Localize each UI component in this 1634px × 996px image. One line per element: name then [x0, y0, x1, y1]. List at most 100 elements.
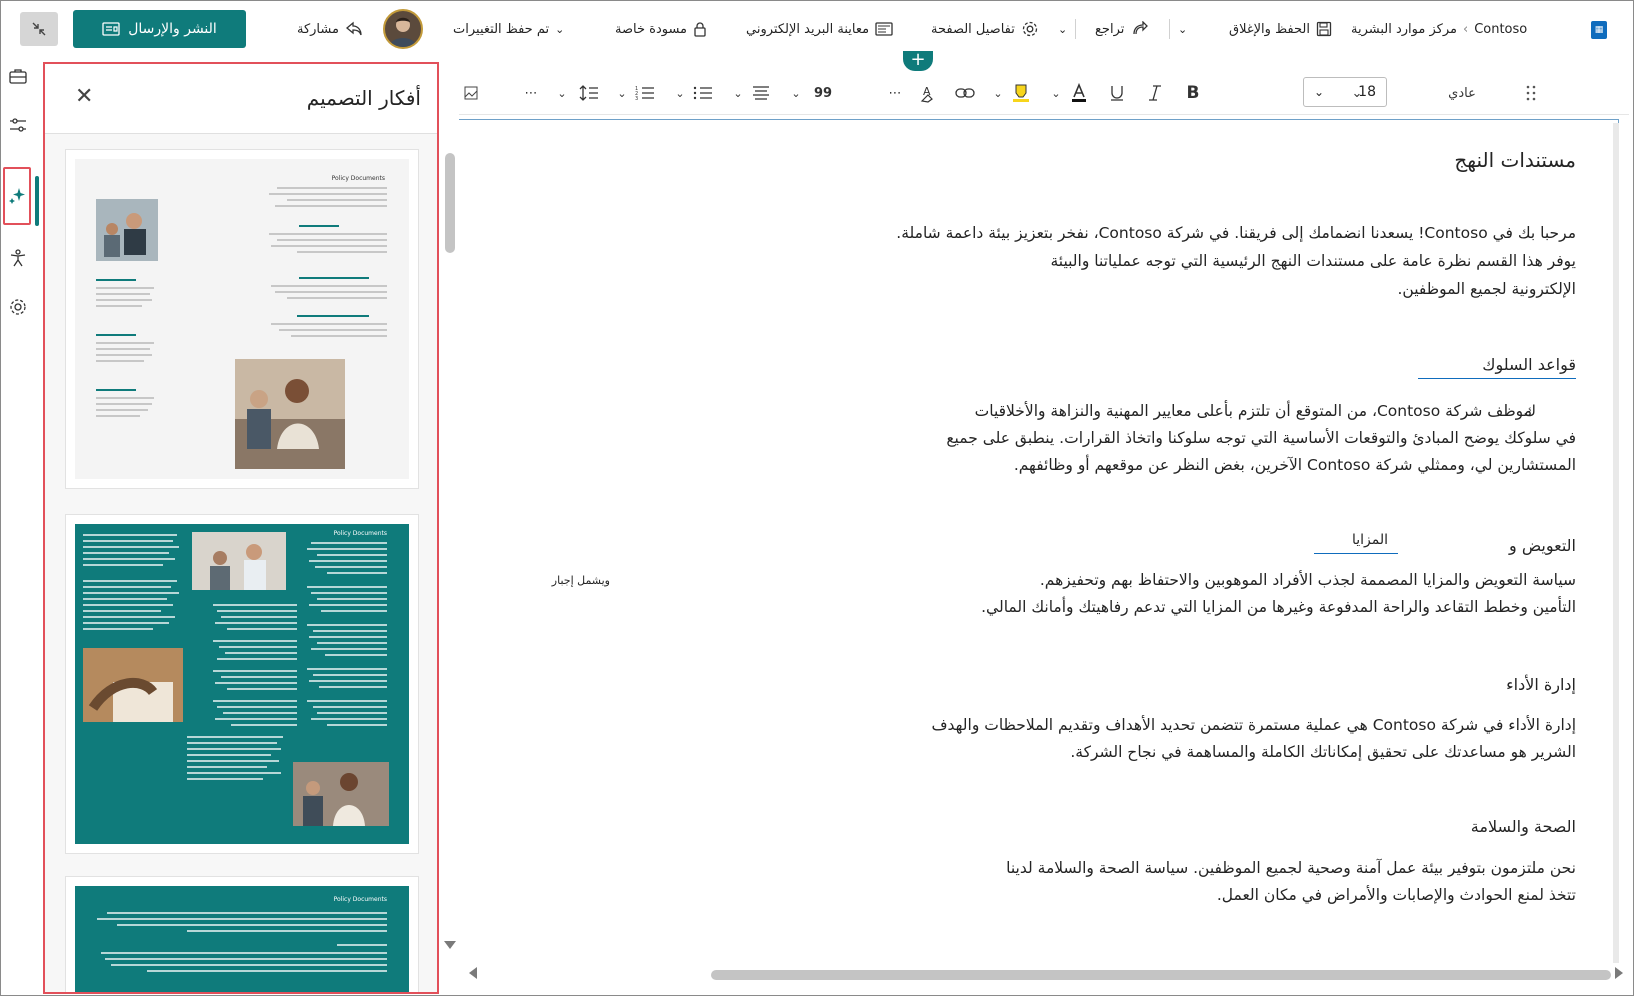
document-horizontal-scrollbar[interactable]: [711, 970, 1611, 980]
document-title[interactable]: مستندات النهج: [1454, 148, 1576, 172]
panel-scrollbar[interactable]: [445, 153, 455, 253]
design-idea-2[interactable]: Policy Documents: [65, 514, 419, 854]
close-icon[interactable]: ✕: [75, 86, 93, 108]
dropdown-button[interactable]: ⌄: [615, 81, 629, 105]
ellipsis-icon: ⋯: [888, 85, 902, 101]
undo-more[interactable]: ⌄: [1178, 1, 1187, 57]
format-toolbar: ⋯ ⌄ ⌄ 123 ⌄ ⌄ ⌄ 99 ⋯ A ⌄ ⌄ B ⌄ عادي: [459, 71, 1629, 115]
save-close-button[interactable]: الحفظ والإغلاق: [1229, 1, 1332, 57]
toolbox-button[interactable]: [3, 61, 33, 91]
underline-button[interactable]: [1105, 81, 1129, 105]
line-spacing-icon: [579, 85, 598, 101]
chevron-down-icon: ⌄: [733, 86, 743, 100]
saved-status[interactable]: ⌄ تم حفظ التغييرات: [453, 1, 564, 57]
heading-health[interactable]: الصحة والسلامة: [1471, 817, 1576, 836]
health-line-1[interactable]: نحن ملتزمون بتوفير بيئة عمل آمنة وصحية ل…: [1006, 859, 1576, 877]
quote-icon: 99: [813, 85, 833, 101]
bold-button[interactable]: B: [1181, 81, 1205, 105]
toolbox-icon: [9, 69, 27, 84]
command-bar: النشر والإرسال مشاركة ⌄ تم حفظ التغييرات…: [1, 1, 1633, 57]
heading-compensation[interactable]: التعويض و: [1509, 536, 1576, 555]
intro-line-1[interactable]: مرحبا بك في Contoso! يسعدنا انضمامك إلى …: [896, 224, 1576, 242]
chevron-down-icon: ⌄: [1178, 22, 1188, 36]
heading-conduct[interactable]: قواعد السلوك: [1482, 355, 1576, 374]
line-spacing-button[interactable]: [577, 81, 601, 105]
properties-button[interactable]: [3, 110, 33, 140]
intro-line-3[interactable]: الإلكترونية لجميع الموظفين.: [1398, 280, 1577, 298]
image-icon: [464, 86, 478, 100]
dropdown-button[interactable]: ⌄: [789, 81, 803, 105]
share-button[interactable]: مشاركة: [297, 1, 363, 57]
dropdown-button[interactable]: ⌄: [673, 81, 687, 105]
page-icon: ▦: [1591, 21, 1607, 39]
accessibility-button[interactable]: [3, 243, 33, 273]
breadcrumb-separator: ›: [1462, 21, 1469, 37]
thumb-heading: Policy Documents: [333, 896, 387, 903]
email-preview-button[interactable]: معاينة البريد الإلكتروني: [746, 1, 893, 57]
site-name: Contoso: [1474, 21, 1528, 37]
save-close-label: الحفظ والإغلاق: [1229, 21, 1310, 37]
document-canvas[interactable]: مستندات النهج مرحبا بك في Contoso! يسعدن…: [459, 119, 1619, 959]
compensation-note[interactable]: ويشمل إجبار: [552, 574, 610, 587]
site-breadcrumb[interactable]: Contoso › مركز موارد البشرية: [1351, 1, 1527, 57]
avatar[interactable]: [383, 9, 423, 49]
health-line-2[interactable]: تتخذ لمنع الحوادث والإصابات والأمراض في …: [1217, 886, 1576, 904]
private-draft-label: مسودة خاصة: [615, 21, 688, 37]
chevron-down-icon: ⌄: [791, 86, 801, 100]
document-vertical-scrollbar[interactable]: [1613, 123, 1619, 963]
collapse-button[interactable]: [20, 12, 58, 46]
dropdown-button[interactable]: ⌄: [991, 81, 1005, 105]
compensation-line-2[interactable]: التأمين وخطط التقاعد والراحة المدفوعة وغ…: [981, 598, 1576, 616]
more-options-button[interactable]: ⋯: [883, 81, 907, 105]
sparkle-icon: [9, 188, 25, 204]
thumbnail-photo: [83, 648, 183, 722]
highlight-button[interactable]: [1009, 81, 1033, 105]
font-size-select[interactable]: ⌄ 18: [1303, 77, 1387, 107]
divider: [1169, 19, 1170, 39]
dropdown-button[interactable]: ⌄: [1049, 81, 1063, 105]
email-preview-label: معاينة البريد الإلكتروني: [746, 21, 870, 37]
conduct-line-3[interactable]: المستشارين لي، وممثلي شركة Contoso الآخر…: [1014, 456, 1576, 474]
email-preview-icon: [875, 22, 893, 36]
undo-button[interactable]: تراجع: [1095, 1, 1149, 57]
dropdown-button[interactable]: ⌄: [731, 81, 745, 105]
chevron-down-icon: ⌄: [617, 86, 627, 100]
quote-button[interactable]: 99: [811, 81, 835, 105]
settings-button[interactable]: [3, 292, 33, 322]
saved-label: تم حفظ التغييرات: [453, 21, 550, 37]
conduct-line-1[interactable]: موظف شركة Contoso، من المتوقع أن تلتزم ب…: [975, 402, 1532, 420]
intro-line-2[interactable]: يوفر هذا القسم نظرة عامة على مستندات الن…: [1050, 252, 1576, 270]
performance-line-2[interactable]: الشرير هو مساعدتك على تحقيق إمكاناتك الك…: [1070, 743, 1576, 761]
numbered-list-button[interactable]: 123: [633, 81, 657, 105]
design-idea-3[interactable]: Policy Documents: [65, 876, 419, 992]
bullet-list-icon: [693, 86, 712, 100]
publish-send-button[interactable]: النشر والإرسال: [73, 10, 246, 48]
image-tool-button[interactable]: [461, 81, 481, 105]
italic-button[interactable]: [1143, 81, 1167, 105]
chevron-down-icon: ⌄: [555, 22, 565, 36]
add-section-button[interactable]: +: [903, 51, 933, 71]
chevron-down-icon: ⌄: [1058, 22, 1068, 36]
link-button[interactable]: [953, 81, 977, 105]
conduct-line-2[interactable]: في سلوكك يوضح المبادئ والتوقعات الأساسية…: [946, 429, 1576, 447]
align-button[interactable]: [749, 81, 773, 105]
font-color-button[interactable]: [1067, 81, 1091, 105]
scroll-right-arrow-icon[interactable]: [1615, 967, 1623, 979]
compensation-line-1[interactable]: سياسة التعويض والمزايا المصممة لجذب الأف…: [1040, 571, 1576, 589]
design-ideas-button[interactable]: [3, 167, 31, 225]
dropdown-button[interactable]: ⌄: [555, 81, 569, 105]
bullet-list-button[interactable]: [691, 81, 715, 105]
heading-performance[interactable]: إدارة الأداء: [1506, 675, 1576, 694]
heading-benefits[interactable]: المزايا: [1352, 532, 1388, 548]
thumbnail-photo: [235, 359, 345, 469]
design-idea-1[interactable]: Policy Documents: [65, 149, 419, 489]
style-label[interactable]: عادي: [1437, 81, 1487, 105]
scroll-left-arrow-icon[interactable]: [469, 967, 477, 979]
drag-handle[interactable]: [1521, 81, 1541, 105]
scroll-down-arrow-icon[interactable]: [444, 941, 456, 949]
performance-line-1[interactable]: إدارة الأداء في شركة Contoso هي عملية مس…: [931, 716, 1576, 734]
clear-format-button[interactable]: A: [917, 81, 941, 105]
undo-dropdown[interactable]: ⌄: [1058, 1, 1067, 57]
page-details-button[interactable]: تفاصيل الصفحة: [931, 1, 1039, 57]
more-options-button[interactable]: ⋯: [519, 81, 543, 105]
